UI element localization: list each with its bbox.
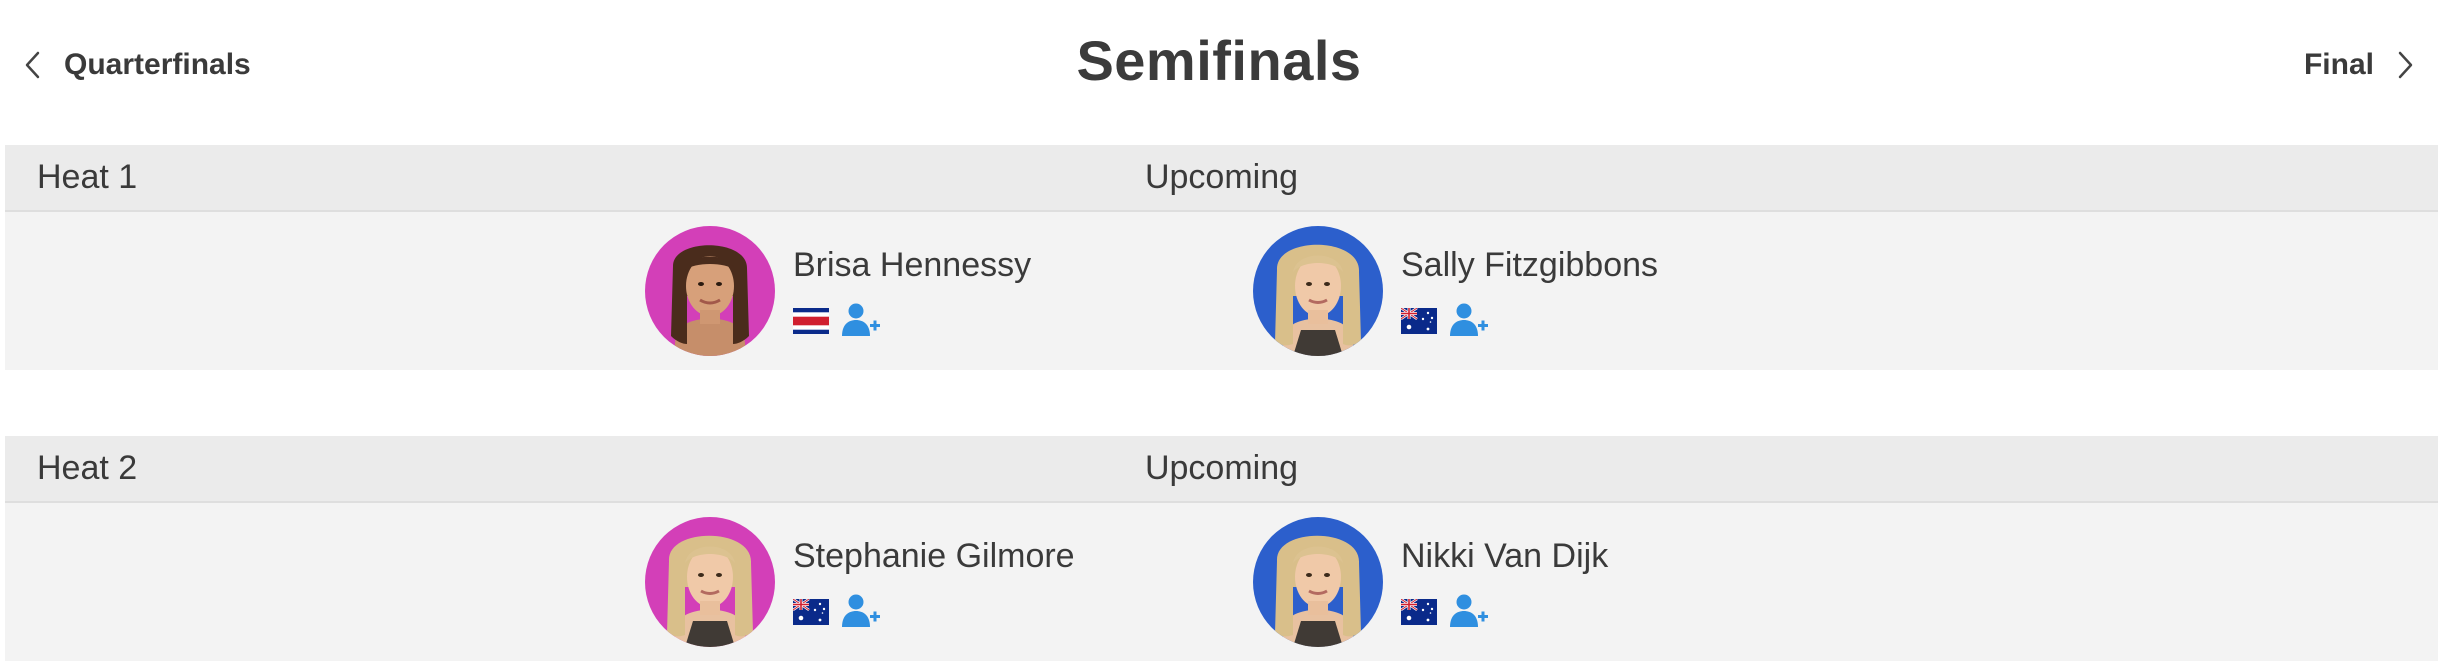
australia-flag-icon	[1401, 308, 1437, 334]
chevron-right-icon	[2398, 51, 2413, 79]
heat-card: Heat 1 Upcoming Brisa Hennessy Sally Fit…	[5, 145, 2438, 370]
athlete-avatar	[645, 517, 775, 647]
heat-status: Upcoming	[1144, 449, 1299, 487]
australia-flag-icon	[793, 599, 829, 625]
heat-card: Heat 2 Upcoming Stephanie Gilmore Nikki …	[5, 436, 2438, 661]
heat-athletes: Stephanie Gilmore Nikki Van Dijk	[5, 503, 2438, 661]
athlete-avatar	[1253, 226, 1383, 356]
athlete-photo	[1253, 517, 1383, 647]
athlete-name: Sally Fitzgibbons	[1401, 246, 1659, 284]
athlete-name: Stephanie Gilmore	[793, 537, 1075, 575]
round-navigation-bar: Quarterfinals Semifinals Final	[0, 0, 2438, 130]
page-title: Semifinals	[1076, 29, 1362, 92]
athlete-name: Brisa Hennessy	[793, 246, 1032, 284]
athlete-photo	[1253, 226, 1383, 356]
follow-athlete-icon[interactable]	[1449, 593, 1489, 629]
costa-rica-flag-icon	[793, 308, 829, 334]
follow-athlete-icon[interactable]	[841, 593, 881, 629]
athlete-photo	[645, 517, 775, 647]
heat-header: Heat 1 Upcoming	[5, 145, 2438, 212]
heat-status: Upcoming	[1144, 158, 1299, 196]
next-round-label: Final	[2303, 48, 2374, 81]
athlete-avatar	[645, 226, 775, 356]
athlete-photo	[645, 226, 775, 356]
heat-athletes: Brisa Hennessy Sally Fitzgibbons	[5, 212, 2438, 370]
heat-header: Heat 2 Upcoming	[5, 436, 2438, 503]
athlete-avatar	[1253, 517, 1383, 647]
follow-athlete-icon[interactable]	[841, 302, 881, 338]
follow-athlete-icon[interactable]	[1449, 302, 1489, 338]
australia-flag-icon	[1401, 599, 1437, 625]
athlete-name: Nikki Van Dijk	[1401, 537, 1609, 575]
next-round-button[interactable]: Final	[2304, 40, 2416, 90]
